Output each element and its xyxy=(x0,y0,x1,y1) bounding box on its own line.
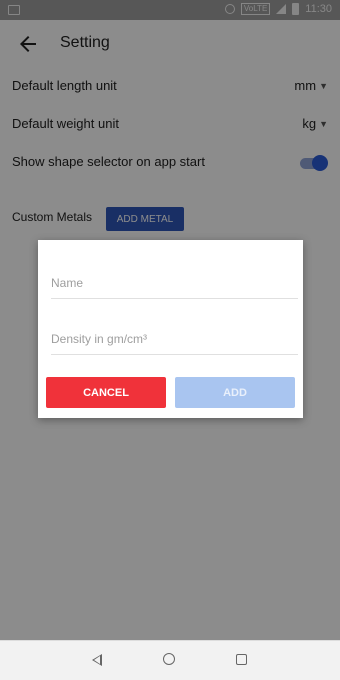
name-field[interactable]: Name xyxy=(51,266,298,299)
density-placeholder: Density in gm/cm³ xyxy=(51,332,148,346)
nav-recent-apps-icon[interactable] xyxy=(236,654,247,665)
nav-home-icon[interactable] xyxy=(163,653,175,665)
density-field[interactable]: Density in gm/cm³ xyxy=(51,322,298,355)
system-nav-bar xyxy=(0,640,340,680)
add-button[interactable]: ADD xyxy=(175,377,295,408)
add-metal-dialog: Name Density in gm/cm³ CANCEL ADD xyxy=(38,240,303,418)
nav-back-icon[interactable] xyxy=(92,654,102,666)
name-placeholder: Name xyxy=(51,276,84,290)
cancel-button[interactable]: CANCEL xyxy=(46,377,166,408)
